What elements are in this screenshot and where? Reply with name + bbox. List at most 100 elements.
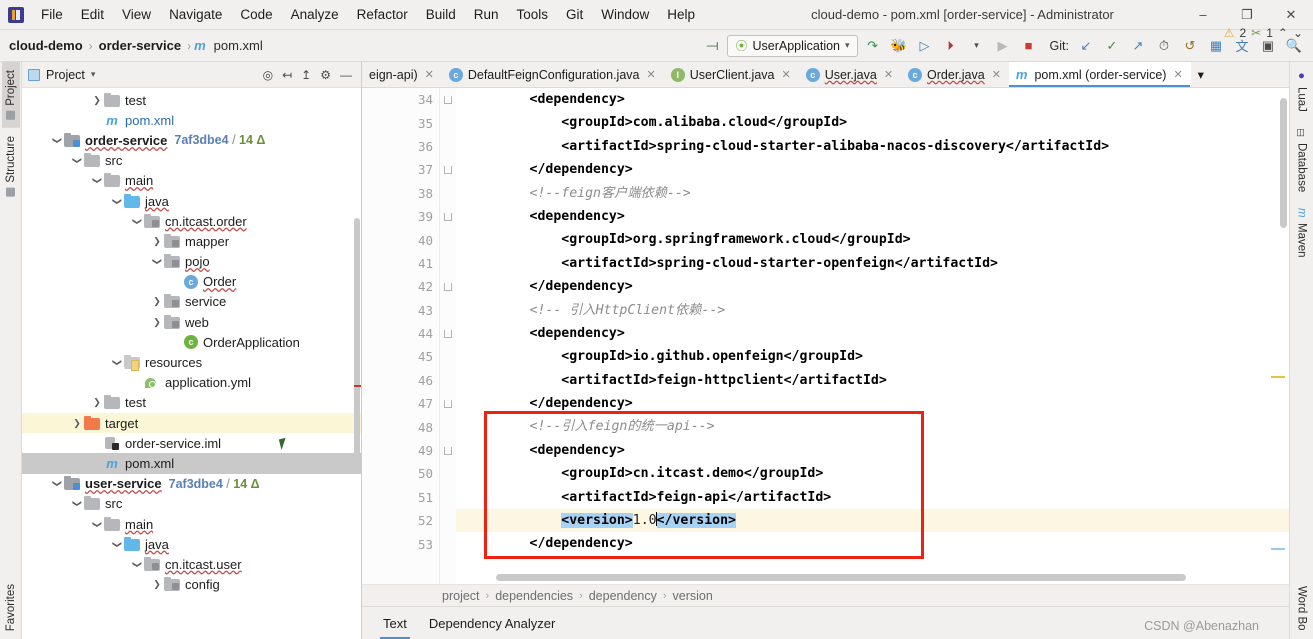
code-line-53[interactable]: </dependency>: [456, 532, 1289, 555]
tree-node-order-service-iml[interactable]: order-service.iml: [22, 433, 361, 453]
project-tree-scrollbar[interactable]: [354, 218, 360, 468]
line-number-41[interactable]: 41: [362, 252, 439, 275]
line-number-52[interactable]: 52: [362, 509, 439, 532]
previous-problem-icon[interactable]: ⌃: [1278, 26, 1288, 40]
editor-tab-defaultfeignconfiguration-java[interactable]: c DefaultFeignConfiguration.java ✕: [442, 62, 664, 87]
menu-navigate[interactable]: Navigate: [160, 4, 231, 25]
tree-node-config[interactable]: config: [22, 575, 361, 595]
menu-code[interactable]: Code: [231, 4, 281, 25]
menu-bar[interactable]: File Edit View Navigate Code Analyze Ref…: [32, 4, 704, 25]
next-problem-icon[interactable]: ⌄: [1293, 26, 1303, 40]
chevron-down-icon[interactable]: [130, 559, 144, 570]
breadcrumb-dependency-node[interactable]: dependency: [589, 589, 657, 603]
git-push-icon[interactable]: ↗: [1127, 35, 1149, 57]
editor-tabs-overflow-button[interactable]: ▾: [1191, 62, 1212, 87]
editor-text[interactable]: <dependency> <groupId>com.alibaba.cloud<…: [456, 88, 1289, 584]
line-number-50[interactable]: 50: [362, 462, 439, 485]
tree-node-resources[interactable]: resources: [22, 352, 361, 372]
tool-tab-favorites[interactable]: Favorites: [2, 576, 20, 639]
code-fold-icon[interactable]: [444, 212, 452, 221]
git-update-project-icon[interactable]: ↙: [1075, 35, 1097, 57]
tree-node-main[interactable]: main: [22, 171, 361, 191]
breadcrumb-project-node[interactable]: project: [442, 589, 480, 603]
menu-build[interactable]: Build: [417, 4, 465, 25]
editor-horizontal-scrollbar[interactable]: [496, 574, 1186, 581]
close-icon[interactable]: ✕: [425, 68, 434, 81]
line-number-46[interactable]: 46: [362, 369, 439, 392]
line-number-42[interactable]: 42: [362, 275, 439, 298]
menu-run[interactable]: Run: [465, 4, 508, 25]
editor-tab-user-java[interactable]: c User.java ✕: [799, 62, 901, 87]
tree-node-service[interactable]: service: [22, 292, 361, 312]
tool-tab-project[interactable]: Project: [1, 62, 20, 128]
tree-node-main[interactable]: main: [22, 514, 361, 534]
code-line-42[interactable]: </dependency>: [456, 275, 1289, 298]
tree-node-src[interactable]: src: [22, 151, 361, 171]
debug-icon[interactable]: 🐝: [888, 35, 910, 57]
tab-dependency-analyzer[interactable]: Dependency Analyzer: [426, 610, 558, 637]
menu-git[interactable]: Git: [557, 4, 592, 25]
warning-marker-icon[interactable]: [1271, 376, 1285, 378]
tree-node-test[interactable]: test: [22, 90, 361, 110]
code-editor[interactable]: 34o3536373839o4041424344o454647484950515…: [362, 88, 1289, 584]
locate-icon[interactable]: ◎: [263, 68, 273, 82]
chevron-down-icon[interactable]: [90, 519, 104, 530]
tree-node-java[interactable]: java: [22, 534, 361, 554]
chevron-down-icon[interactable]: [70, 498, 84, 509]
editor-tab-userclient-java[interactable]: I UserClient.java ✕: [664, 62, 799, 87]
run-with-coverage-icon[interactable]: ▷: [914, 35, 936, 57]
line-number-34[interactable]: 34o: [362, 88, 465, 111]
chevron-right-icon[interactable]: [150, 236, 164, 247]
tool-tab-luaj[interactable]: ● LuaJ: [1292, 62, 1312, 120]
chevron-right-icon[interactable]: [90, 95, 104, 106]
chevron-right-icon[interactable]: [90, 397, 104, 408]
editor-gutter[interactable]: 34o3536373839o4041424344o454647484950515…: [362, 88, 465, 584]
menu-window[interactable]: Window: [592, 4, 658, 25]
menu-tools[interactable]: Tools: [508, 4, 558, 25]
chevron-right-icon[interactable]: [150, 317, 164, 328]
tree-node-web[interactable]: web: [22, 312, 361, 332]
code-line-39[interactable]: <dependency>: [456, 205, 1289, 228]
hammer-build-icon[interactable]: ⟞: [701, 35, 723, 57]
tree-node-mapper[interactable]: mapper: [22, 231, 361, 251]
code-line-37[interactable]: </dependency>: [456, 158, 1289, 181]
breadcrumb-project[interactable]: cloud-demo: [6, 37, 86, 54]
line-number-40[interactable]: 40: [362, 228, 439, 251]
tree-node-src[interactable]: src: [22, 494, 361, 514]
code-line-45[interactable]: <groupId>io.github.openfeign</groupId>: [456, 345, 1289, 368]
line-number-47[interactable]: 47: [362, 392, 439, 415]
line-number-35[interactable]: 35: [362, 111, 439, 134]
stop-icon[interactable]: ■: [1018, 35, 1040, 57]
editor-tab-pom-xml-order-service-[interactable]: m pom.xml (order-service) ✕: [1008, 62, 1191, 87]
run-configuration-selector[interactable]: ⦿ UserApplication ▾: [727, 34, 858, 57]
code-line-52[interactable]: <version>1.0</version>: [456, 509, 1289, 533]
code-fold-icon[interactable]: [444, 329, 452, 338]
code-line-38[interactable]: <!--feign客户端依赖-->: [456, 182, 1289, 205]
editor-bottom-tabs[interactable]: Text Dependency Analyzer CSDN @Abenazhan: [362, 606, 1289, 639]
build-project-icon[interactable]: ↷: [862, 35, 884, 57]
line-number-51[interactable]: 51: [362, 486, 439, 509]
collapse-all-icon[interactable]: ↥: [301, 68, 311, 82]
tool-tab-database[interactable]: ◫ Database: [1292, 120, 1312, 200]
tree-node-target[interactable]: target: [22, 413, 361, 434]
line-number-36[interactable]: 36: [362, 135, 439, 158]
settings-gear-icon[interactable]: ⚙: [320, 68, 331, 82]
chevron-down-icon[interactable]: [50, 478, 64, 489]
chevron-right-icon[interactable]: [70, 418, 84, 429]
menu-view[interactable]: View: [113, 4, 160, 25]
menu-analyze[interactable]: Analyze: [282, 4, 348, 25]
chevron-down-icon[interactable]: [150, 256, 164, 267]
editor-tab-order-java[interactable]: c Order.java ✕: [901, 62, 1009, 87]
close-icon[interactable]: ✕: [992, 68, 1001, 81]
line-number-53[interactable]: 53: [362, 532, 439, 555]
code-fold-icon[interactable]: [444, 166, 452, 175]
expand-all-icon[interactable]: ↤: [282, 68, 292, 82]
chevron-down-icon[interactable]: ▾: [91, 69, 96, 80]
code-line-49[interactable]: <dependency>: [456, 439, 1289, 462]
tree-node-pom-xml[interactable]: m pom.xml: [22, 453, 361, 474]
tool-tab-maven[interactable]: m Maven: [1292, 200, 1312, 265]
chevron-down-icon[interactable]: [70, 155, 84, 166]
tree-node-cn-itcast-user[interactable]: cn.itcast.user: [22, 554, 361, 574]
profiler-dropdown-icon[interactable]: ▾: [966, 35, 988, 57]
code-line-48[interactable]: <!--引入feign的统一api-->: [456, 415, 1289, 438]
